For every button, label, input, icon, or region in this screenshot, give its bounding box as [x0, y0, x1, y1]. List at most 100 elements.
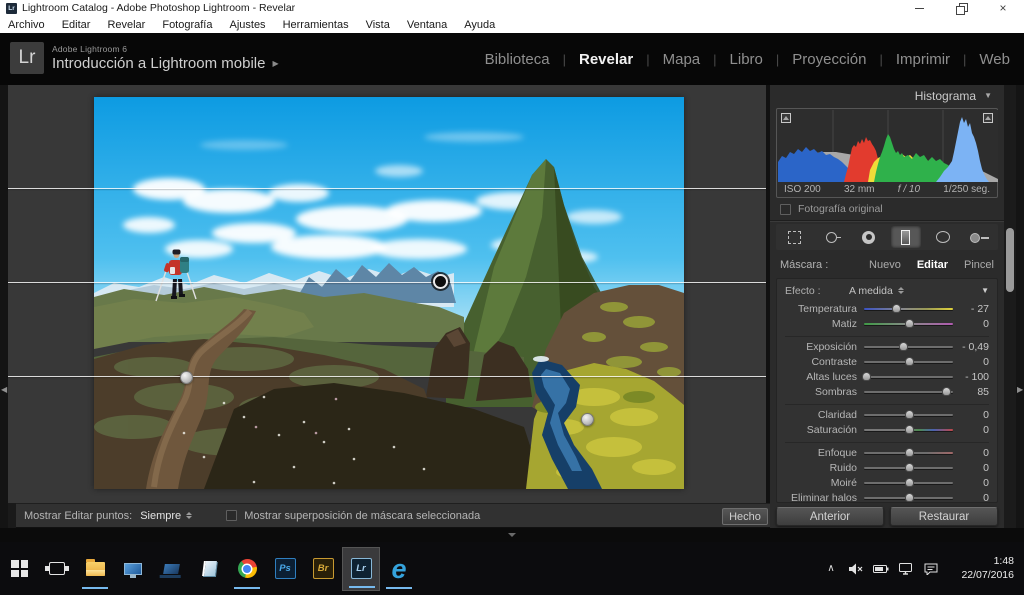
menu-ayuda[interactable]: Ayuda [464, 19, 495, 31]
module-imprimir[interactable]: Imprimir [896, 51, 950, 68]
module-revelar[interactable]: Revelar [579, 51, 633, 68]
eliminar-halos-slider-track[interactable] [864, 497, 953, 499]
sombras-slider-thumb[interactable] [942, 387, 951, 396]
adjustment-brush-tool[interactable] [965, 226, 995, 248]
taskbar-bridge[interactable]: Br [304, 547, 342, 591]
taskbar-notes-app[interactable] [190, 547, 228, 591]
tool-strip [776, 224, 998, 250]
crop-overlay-tool[interactable] [780, 226, 810, 248]
action-center-icon[interactable] [923, 561, 939, 577]
menu-herramientas[interactable]: Herramientas [283, 19, 349, 31]
exposicion-slider-thumb[interactable] [899, 342, 908, 351]
clock[interactable]: 1:48 22/07/2016 [952, 555, 1014, 582]
mask-overlay-checkbox[interactable] [226, 510, 237, 521]
graduated-filter-line-top[interactable] [8, 188, 766, 189]
collapse-right-panel-icon[interactable]: ▶ [1017, 385, 1023, 394]
taskbar-edge[interactable]: e [380, 547, 418, 591]
original-photo-checkbox[interactable] [780, 204, 791, 215]
histogram-collapse-icon[interactable]: ▼ [984, 91, 992, 100]
module-biblioteca[interactable]: Biblioteca [485, 51, 550, 68]
contraste-slider-thumb[interactable] [905, 357, 914, 366]
highlight-clipping-icon[interactable] [983, 113, 993, 123]
filmstrip-collapse-icon[interactable] [508, 533, 516, 537]
graduated-filter-tool[interactable] [891, 226, 921, 248]
tray-expand-icon[interactable]: ∧ [823, 561, 839, 577]
matiz-slider-track[interactable] [864, 323, 953, 325]
altas-luces-slider-track[interactable] [864, 376, 953, 378]
graduated-filter-line-center[interactable] [8, 282, 766, 283]
menu-revelar[interactable]: Revelar [107, 19, 145, 31]
identity-arrow-icon[interactable]: ▶ [272, 59, 278, 68]
battery-icon[interactable] [873, 561, 889, 577]
taskbar-lightroom[interactable]: Lr [342, 547, 380, 591]
menu-fotografia[interactable]: Fotografía [162, 19, 212, 31]
eliminar-halos-slider-thumb[interactable] [905, 493, 914, 502]
module-mapa[interactable]: Mapa [663, 51, 701, 68]
module-libro[interactable]: Libro [730, 51, 763, 68]
effect-collapse-icon[interactable]: ▼ [981, 286, 989, 295]
taskbar-monitor-app[interactable] [114, 547, 152, 591]
taskbar-start-button[interactable] [0, 547, 38, 591]
develop-canvas[interactable]: Mostrar Editar puntos: Siempre Mostrar s… [8, 85, 766, 503]
temperatura-slider-thumb[interactable] [892, 304, 901, 313]
scrollbar-thumb[interactable] [1006, 228, 1014, 292]
volume-muted-icon[interactable] [848, 561, 864, 577]
previous-button[interactable]: Anterior [776, 507, 884, 526]
menu-vista[interactable]: Vista [366, 19, 390, 31]
restore-button[interactable] [940, 0, 982, 16]
minimize-button[interactable] [898, 0, 940, 16]
radial-filter-tool[interactable] [928, 226, 958, 248]
histogram-header[interactable]: Histograma ▼ [770, 87, 1004, 104]
done-button[interactable]: Hecho [722, 508, 768, 525]
shutter-value: 1/250 seg. [943, 184, 990, 195]
photo-canvas[interactable] [94, 97, 684, 489]
moire-slider-thumb[interactable] [905, 478, 914, 487]
contraste-slider-track[interactable] [864, 361, 953, 363]
spot-removal-tool[interactable] [817, 226, 847, 248]
saturacion-slider-thumb[interactable] [905, 425, 914, 434]
edit-pin-selected[interactable] [433, 274, 448, 289]
graduated-filter-line-bottom[interactable] [8, 376, 766, 377]
menu-archivo[interactable]: Archivo [8, 19, 45, 31]
enfoque-slider-track[interactable] [864, 452, 953, 454]
menu-ventana[interactable]: Ventana [407, 19, 447, 31]
edit-pin[interactable] [180, 371, 193, 384]
taskbar-chrome[interactable] [228, 547, 266, 591]
taskbar-task-view-button[interactable] [38, 547, 76, 591]
mask-pincel-button[interactable]: Pincel [964, 259, 994, 271]
module-separator: | [963, 52, 966, 67]
claridad-slider-thumb[interactable] [905, 410, 914, 419]
temperatura-slider-track[interactable] [864, 308, 953, 310]
histogram-chart[interactable] [778, 110, 998, 182]
expand-left-panel-icon[interactable]: ◀ [1, 385, 7, 394]
ruido-slider-thumb[interactable] [905, 463, 914, 472]
effect-preset-dropdown[interactable]: A medida [849, 285, 904, 297]
module-web[interactable]: Web [979, 51, 1010, 68]
ruido-slider-track[interactable] [864, 467, 953, 469]
claridad-slider-track[interactable] [864, 414, 953, 416]
reset-button[interactable]: Restaurar [890, 507, 998, 526]
matiz-slider-thumb[interactable] [905, 319, 914, 328]
red-eye-tool[interactable] [854, 226, 884, 248]
filmstrip-collapsed[interactable] [0, 528, 1024, 542]
panel-scrollbar[interactable] [1004, 85, 1016, 542]
close-button[interactable]: × [982, 0, 1024, 16]
sombras-slider-track[interactable] [864, 391, 953, 393]
enfoque-slider-thumb[interactable] [905, 448, 914, 457]
menu-editar[interactable]: Editar [62, 19, 91, 31]
moire-slider-track[interactable] [864, 482, 953, 484]
network-icon[interactable] [898, 561, 914, 577]
shadow-clipping-icon[interactable] [781, 113, 791, 123]
taskbar-photoshop[interactable]: Ps [266, 547, 304, 591]
exposicion-slider-track[interactable] [864, 346, 953, 348]
mask-nuevo-button[interactable]: Nuevo [869, 259, 901, 271]
edit-points-dropdown[interactable]: Siempre [140, 510, 192, 522]
taskbar-laptop-app[interactable] [152, 547, 190, 591]
edit-pin[interactable] [581, 413, 594, 426]
taskbar-file-explorer[interactable] [76, 547, 114, 591]
saturacion-slider-track[interactable] [864, 429, 953, 431]
module-proyeccion[interactable]: Proyección [792, 51, 866, 68]
altas-luces-slider-thumb[interactable] [862, 372, 871, 381]
menu-ajustes[interactable]: Ajustes [229, 19, 265, 31]
mask-editar-button[interactable]: Editar [917, 259, 948, 271]
